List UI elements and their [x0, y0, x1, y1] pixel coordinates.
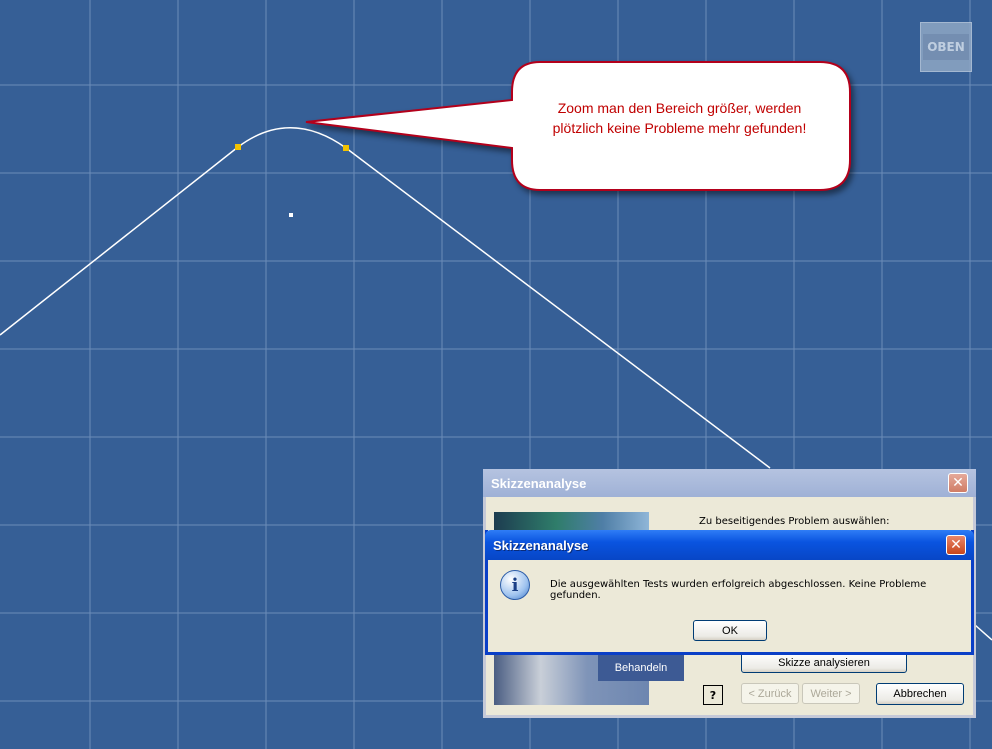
help-icon: ? — [709, 688, 717, 702]
message-box-close-button[interactable]: ✕ — [946, 535, 966, 555]
callout-line-2: plötzlich keine Probleme mehr gefunden! — [552, 120, 807, 136]
wizard-title: Skizzenanalyse — [491, 475, 587, 491]
viewcube[interactable]: OBEN — [920, 22, 972, 72]
back-button[interactable]: < Zurück — [741, 683, 799, 704]
cancel-button[interactable]: Abbrechen — [876, 683, 964, 705]
message-text: Die ausgewählten Tests wurden erfolgreic… — [550, 579, 927, 601]
analyze-sketch-button[interactable]: Skizze analysieren — [741, 652, 907, 673]
behandeln-step[interactable]: Behandeln — [598, 655, 684, 681]
info-icon-glyph: i — [511, 574, 519, 596]
constraint-point-right[interactable] — [343, 145, 349, 151]
wizard-close-button[interactable]: ✕ — [948, 473, 968, 493]
wizard-titlebar[interactable]: Skizzenanalyse ✕ — [483, 469, 976, 497]
next-button[interactable]: Weiter > — [802, 683, 860, 704]
callout-text: Zoom man den Bereich größer, werden plöt… — [522, 98, 837, 138]
ok-button[interactable]: OK — [693, 620, 767, 641]
constraint-point-left[interactable] — [235, 144, 241, 150]
viewcube-label: OBEN — [923, 34, 969, 60]
wizard-prompt: Zu beseitigendes Problem auswählen: — [699, 516, 890, 527]
help-button[interactable]: ? — [703, 685, 723, 705]
message-box: Skizzenanalyse ✕ i Die ausgewählten Test… — [485, 530, 974, 655]
close-icon: ✕ — [950, 537, 962, 553]
message-box-titlebar[interactable]: Skizzenanalyse ✕ — [485, 530, 974, 560]
close-icon: ✕ — [952, 475, 964, 491]
callout-line-1: Zoom man den Bereich größer, werden — [557, 100, 802, 116]
arc-center-point[interactable] — [289, 213, 293, 217]
message-box-title: Skizzenanalyse — [493, 537, 589, 553]
info-icon: i — [500, 570, 530, 600]
